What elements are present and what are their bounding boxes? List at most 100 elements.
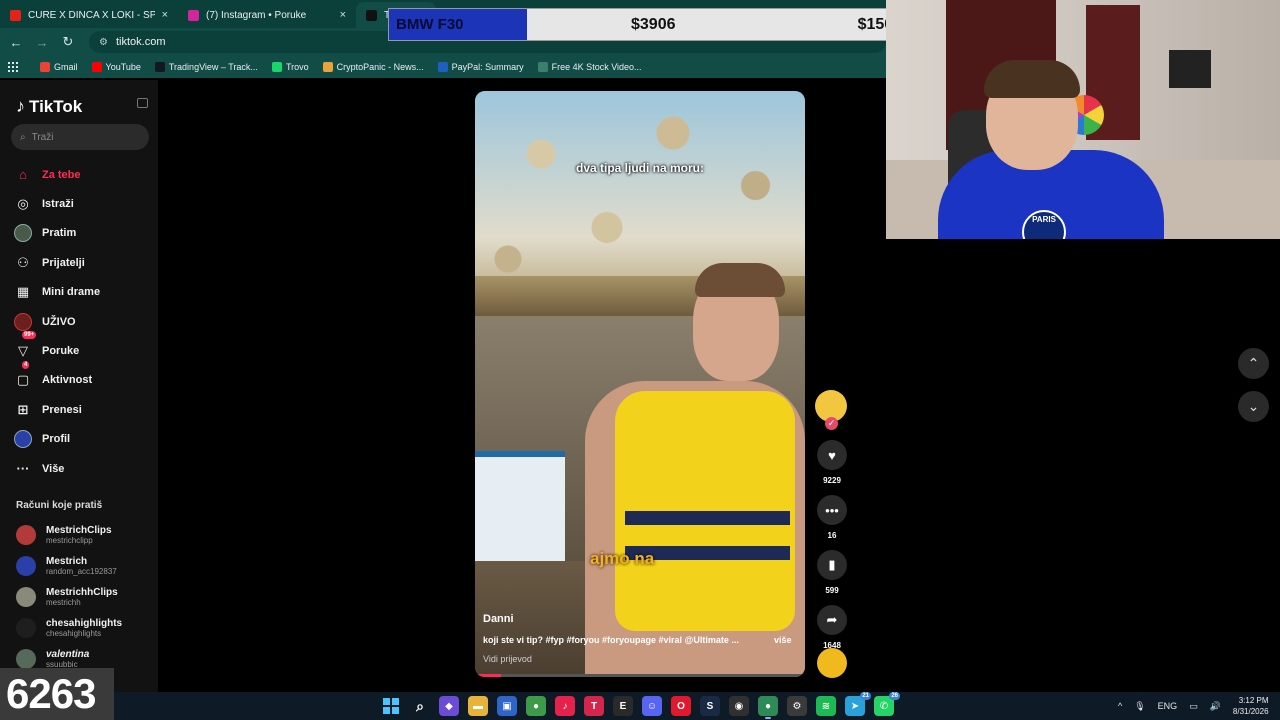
chrome-taskbar-icon[interactable]: ●	[526, 696, 546, 716]
whatsapp-taskbar-icon[interactable]: ✆ 26	[874, 692, 900, 716]
search-taskbar-icon[interactable]: ⌕	[410, 696, 430, 716]
spotify-taskbar-icon[interactable]: ≋	[816, 696, 836, 716]
video-subtitle: ajmo na	[590, 549, 655, 568]
account-text: MestrichClips mestrichclipp	[46, 525, 112, 545]
previous-video-button[interactable]: ⌃	[1238, 348, 1269, 379]
bookmark-item[interactable]: Trovo	[271, 62, 309, 72]
save-action: ▮ 599	[813, 550, 851, 595]
telegram-taskbar-icon[interactable]: ➤ 21	[845, 692, 871, 716]
sidebar-item-mini-drame[interactable]: ▦ Mini drame	[14, 278, 154, 307]
following-avatar-icon-image	[14, 224, 32, 243]
tiktok-sidebar: ♪ TikTok ⌕ Traži ⌂ Za tebe ◎ Istraži Pratim ⚇…	[0, 80, 158, 692]
description-more-link[interactable]: više	[774, 635, 792, 645]
account-avatar	[16, 525, 36, 546]
chrome-2-taskbar-icon[interactable]: ●	[758, 696, 778, 719]
bookmark-icon[interactable]: ▮	[817, 550, 847, 580]
sidebar-item-aktivnost[interactable]: ▢ Aktivnost 4	[14, 360, 154, 395]
overlay-current-price: $3906	[631, 15, 676, 33]
file-explorer-taskbar-icon[interactable]: ▬	[468, 696, 488, 716]
display-icon[interactable]: ▭	[1189, 701, 1198, 712]
sidebar-item-prijatelji[interactable]: ⚇ Prijatelji	[14, 248, 154, 277]
bookmark-favicon-icon	[91, 62, 102, 72]
sidebar-item-više[interactable]: ··· Više	[14, 454, 154, 483]
start-button[interactable]	[381, 696, 401, 716]
account-text: MestrichhClips mestrichh	[46, 587, 118, 607]
bookmark-item[interactable]: Free 4K Stock Video...	[537, 62, 642, 72]
comment-icon[interactable]: •••	[817, 495, 847, 525]
tray-overflow-chevron-icon[interactable]: ^	[1118, 701, 1122, 711]
creator-avatar[interactable]: ✓	[815, 390, 847, 430]
copilot-taskbar-icon[interactable]: ◆	[439, 696, 459, 716]
store-taskbar-icon[interactable]: ▣	[497, 696, 517, 716]
bookmark-item[interactable]: CryptoPanic - News...	[322, 62, 424, 72]
following-account[interactable]: MestrichhClips mestrichh	[16, 582, 156, 613]
music-disc-avatar[interactable]	[817, 648, 847, 678]
tiktok-logo[interactable]: ♪ TikTok	[16, 96, 82, 117]
settings-taskbar-icon[interactable]: ⚙	[787, 696, 807, 716]
sidebar-item-istraži[interactable]: ◎ Istraži	[14, 189, 154, 218]
following-account[interactable]: MestrichClips mestrichclipp	[16, 520, 156, 551]
bookmark-item[interactable]: TradingView – Track...	[154, 62, 258, 72]
sidebar-item-label: Više	[42, 462, 65, 475]
sidebar-item-label: UŽIVO	[42, 315, 76, 328]
tiktok-taskbar-icon[interactable]: ♪	[555, 696, 575, 716]
cam-tv	[1169, 50, 1211, 88]
sidebar-item-label: Prijatelji	[42, 256, 85, 269]
next-video-button[interactable]: ⌄	[1238, 391, 1269, 422]
search-input[interactable]: ⌕ Traži	[11, 124, 149, 150]
site-info-icon[interactable]: ⚙	[99, 37, 108, 48]
clock[interactable]: 3:12 PM 8/31/2026	[1233, 695, 1269, 717]
volume-icon[interactable]: 🔊	[1210, 701, 1221, 712]
video-progress-fill	[475, 674, 502, 677]
see-translation-link[interactable]: Vidi prijevod	[483, 654, 532, 664]
sidebar-item-prenesi[interactable]: ⊞ Prenesi	[14, 395, 154, 424]
steam-taskbar-icon[interactable]: S	[700, 696, 720, 716]
video-player[interactable]: dva tipa ljudi na moru: ajmo na Danni ko…	[475, 91, 805, 677]
video-author[interactable]: Danni	[483, 613, 514, 625]
back-arrow-icon[interactable]: ←	[9, 35, 23, 50]
sidebar-item-label: Poruke	[42, 345, 80, 358]
bookmark-item[interactable]: PayPal: Summary	[437, 62, 524, 72]
tradingview-taskbar-icon[interactable]: T	[584, 696, 604, 716]
following-account[interactable]: chesahighlights chesahighlights	[16, 612, 156, 643]
sidebar-item-profil[interactable]: Profil	[14, 425, 154, 454]
bookmark-favicon-icon	[537, 62, 548, 72]
comment-action: ••• 16	[813, 495, 851, 540]
account-handle: mestrichclipp	[46, 536, 93, 546]
tab-title: CURE X DINCA X LOKI - SPANU	[28, 9, 155, 21]
sidebar-item-za-tebe[interactable]: ⌂ Za tebe	[14, 160, 154, 189]
account-avatar	[16, 586, 36, 607]
reload-icon[interactable]: ↻	[61, 34, 75, 50]
notification-badge: 4	[22, 360, 30, 369]
epic-games-taskbar-icon[interactable]: E	[613, 696, 633, 716]
microphone-icon[interactable]: 🎙	[1134, 701, 1145, 712]
bookmark-label: PayPal: Summary	[451, 62, 524, 72]
following-account[interactable]: Mestrich random_acc192837	[16, 551, 156, 582]
language-indicator[interactable]: ENG	[1158, 701, 1178, 711]
account-avatar	[16, 556, 36, 577]
bookmark-favicon-icon	[322, 62, 333, 72]
browser-tab[interactable]: CURE X DINCA X LOKI - SPANU ×	[0, 2, 178, 28]
clock-date: 8/31/2026	[1232, 707, 1269, 716]
video-progress-bar[interactable]	[475, 674, 805, 677]
sidebar-item-poruke[interactable]: ▽ Poruke 99+	[14, 331, 154, 365]
close-tab-icon[interactable]: ×	[162, 9, 168, 21]
share-arrow-icon[interactable]: ➦	[817, 605, 847, 635]
browser-tab[interactable]: (7) Instagram • Poruke ×	[178, 2, 356, 28]
follow-check-icon[interactable]: ✓	[825, 417, 838, 430]
obs-taskbar-icon[interactable]: ◉	[729, 696, 749, 716]
bookmark-item[interactable]: YouTube	[91, 62, 141, 72]
heart-icon[interactable]: ♥	[817, 440, 847, 470]
activity-icon: ▢	[16, 372, 30, 388]
opera-taskbar-icon[interactable]: O	[671, 696, 691, 716]
bookmark-item[interactable]: Gmail	[40, 62, 78, 72]
video-bg-cooler	[475, 451, 565, 561]
sidebar-item-label: Aktivnost	[42, 374, 93, 387]
discord-taskbar-icon[interactable]: ☺	[642, 696, 662, 716]
video-top-caption: dva tipa ljudi na moru:	[575, 161, 704, 175]
close-tab-icon[interactable]: ×	[340, 9, 346, 21]
apps-grid-icon[interactable]	[8, 62, 18, 72]
collapse-sidebar-icon[interactable]	[137, 98, 148, 108]
sidebar-item-pratim[interactable]: Pratim	[14, 219, 154, 248]
forward-arrow-icon[interactable]: →	[35, 35, 49, 50]
